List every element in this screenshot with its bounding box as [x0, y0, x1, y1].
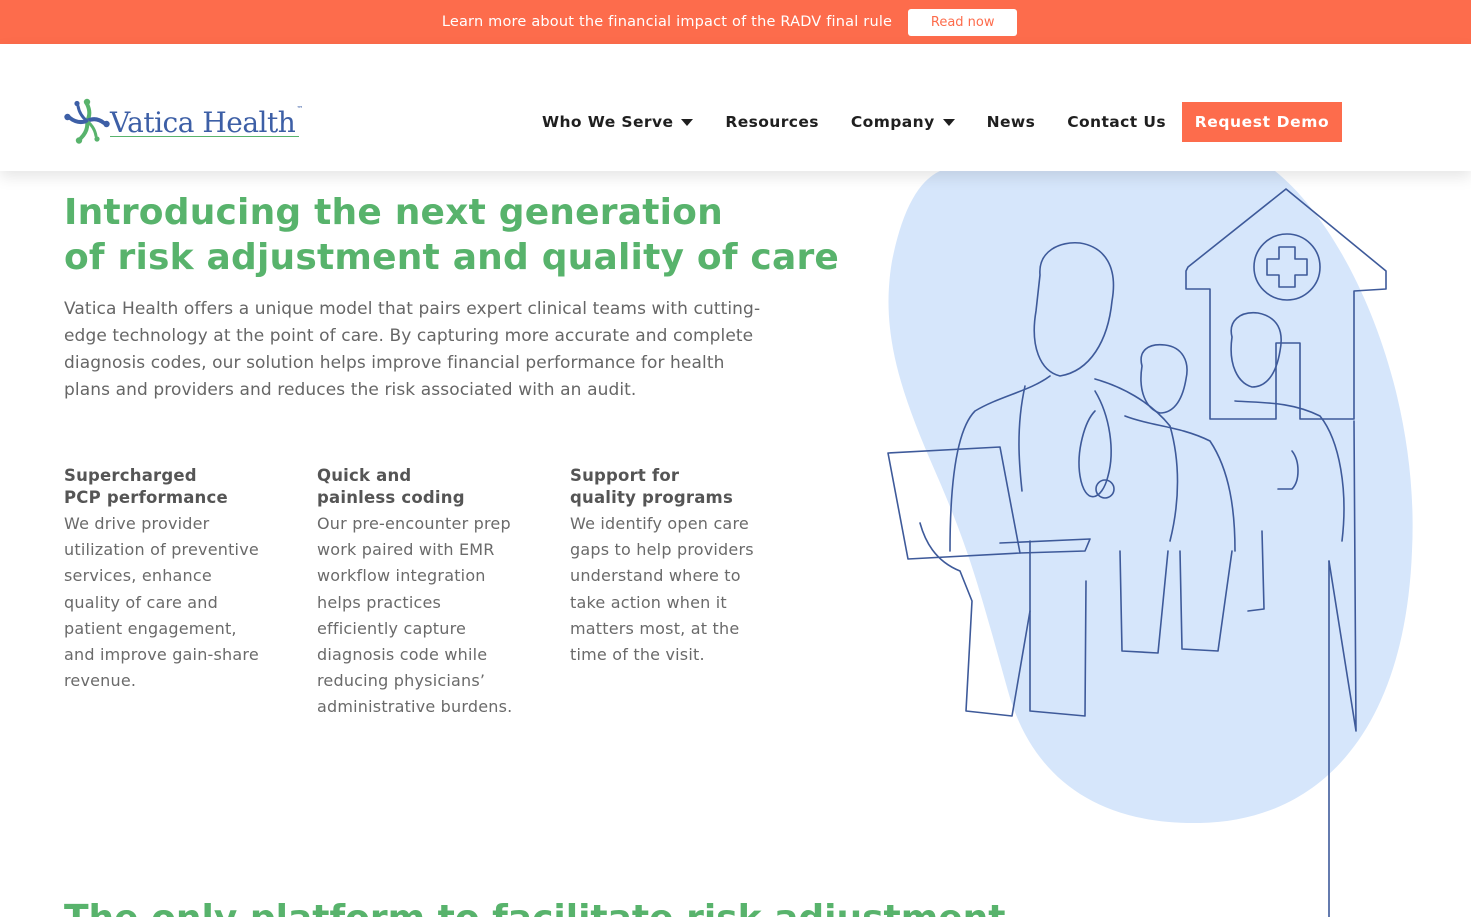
nav-who-we-serve[interactable]: Who We Serve	[542, 113, 694, 131]
nav-contact-us[interactable]: Contact Us	[1067, 113, 1166, 131]
logo-text: Vatica Health	[110, 105, 296, 139]
feature-title: Quick and painless coding	[317, 465, 522, 509]
vatica-health-logo[interactable]: Vatica Health ™	[64, 98, 303, 144]
announcement-bar: Learn more about the financial impact of…	[0, 0, 1471, 44]
feature-description: We drive provider utilization of prevent…	[64, 514, 259, 691]
feature-description: Our pre-encounter prep work paired with …	[317, 514, 513, 717]
announcement-text: Learn more about the financial impact of…	[441, 14, 893, 30]
nav-news-label: News	[986, 113, 1036, 131]
read-now-button[interactable]: Read now	[908, 8, 1018, 36]
nav-news[interactable]: News	[987, 113, 1036, 131]
feature-painless-coding: Quick and painless coding Our pre-encoun…	[317, 465, 522, 721]
logo-mark-icon	[64, 98, 110, 144]
hero-title-line-2: of risk adjustment and quality of care	[64, 237, 840, 278]
feature-title-line-2: PCP performance	[64, 488, 228, 507]
nav-who-we-serve-label: Who We Serve	[542, 113, 674, 131]
site-header: Vatica Health ™ Who We Serve Resources C…	[0, 44, 1471, 171]
nav-resources-label: Resources	[725, 113, 819, 131]
caret-down-icon	[942, 118, 955, 126]
logo-trademark: ™	[296, 105, 304, 113]
hero-title-line-1: Introducing the next generation	[64, 192, 723, 233]
request-demo-button[interactable]: Request Demo	[1181, 102, 1342, 142]
hero-description: Vatica Health offers a unique model that…	[64, 299, 761, 400]
feature-title-line-1: Quick and	[317, 466, 412, 485]
feature-title: Support for quality programs	[570, 465, 770, 509]
logo-underline	[110, 135, 300, 137]
nav-company[interactable]: Company	[851, 113, 955, 131]
feature-title-line-1: Support for	[570, 466, 680, 485]
feature-description: We identify open care gaps to help provi…	[570, 514, 754, 665]
background-blob	[888, 171, 1413, 824]
feature-title-line-1: Supercharged	[64, 466, 197, 485]
next-section-title: The only platform to facilitate risk adj…	[64, 898, 1006, 917]
hero-title: Introducing the next generation of risk …	[64, 190, 840, 280]
feature-title-line-2: quality programs	[570, 488, 733, 507]
feature-quality-programs: Support for quality programs We identify…	[570, 465, 770, 668]
feature-title-line-2: painless coding	[317, 488, 465, 507]
nav-company-label: Company	[850, 113, 935, 131]
nav-resources[interactable]: Resources	[725, 113, 819, 131]
clinicians-illustration	[887, 171, 1413, 917]
caret-down-icon	[681, 118, 694, 126]
main-nav: Who We Serve Resources Company News Cont…	[542, 102, 1342, 142]
nav-contact-us-label: Contact Us	[1067, 113, 1166, 131]
feature-title: Supercharged PCP performance	[64, 465, 269, 509]
feature-pcp-performance: Supercharged PCP performance We drive pr…	[64, 465, 269, 694]
